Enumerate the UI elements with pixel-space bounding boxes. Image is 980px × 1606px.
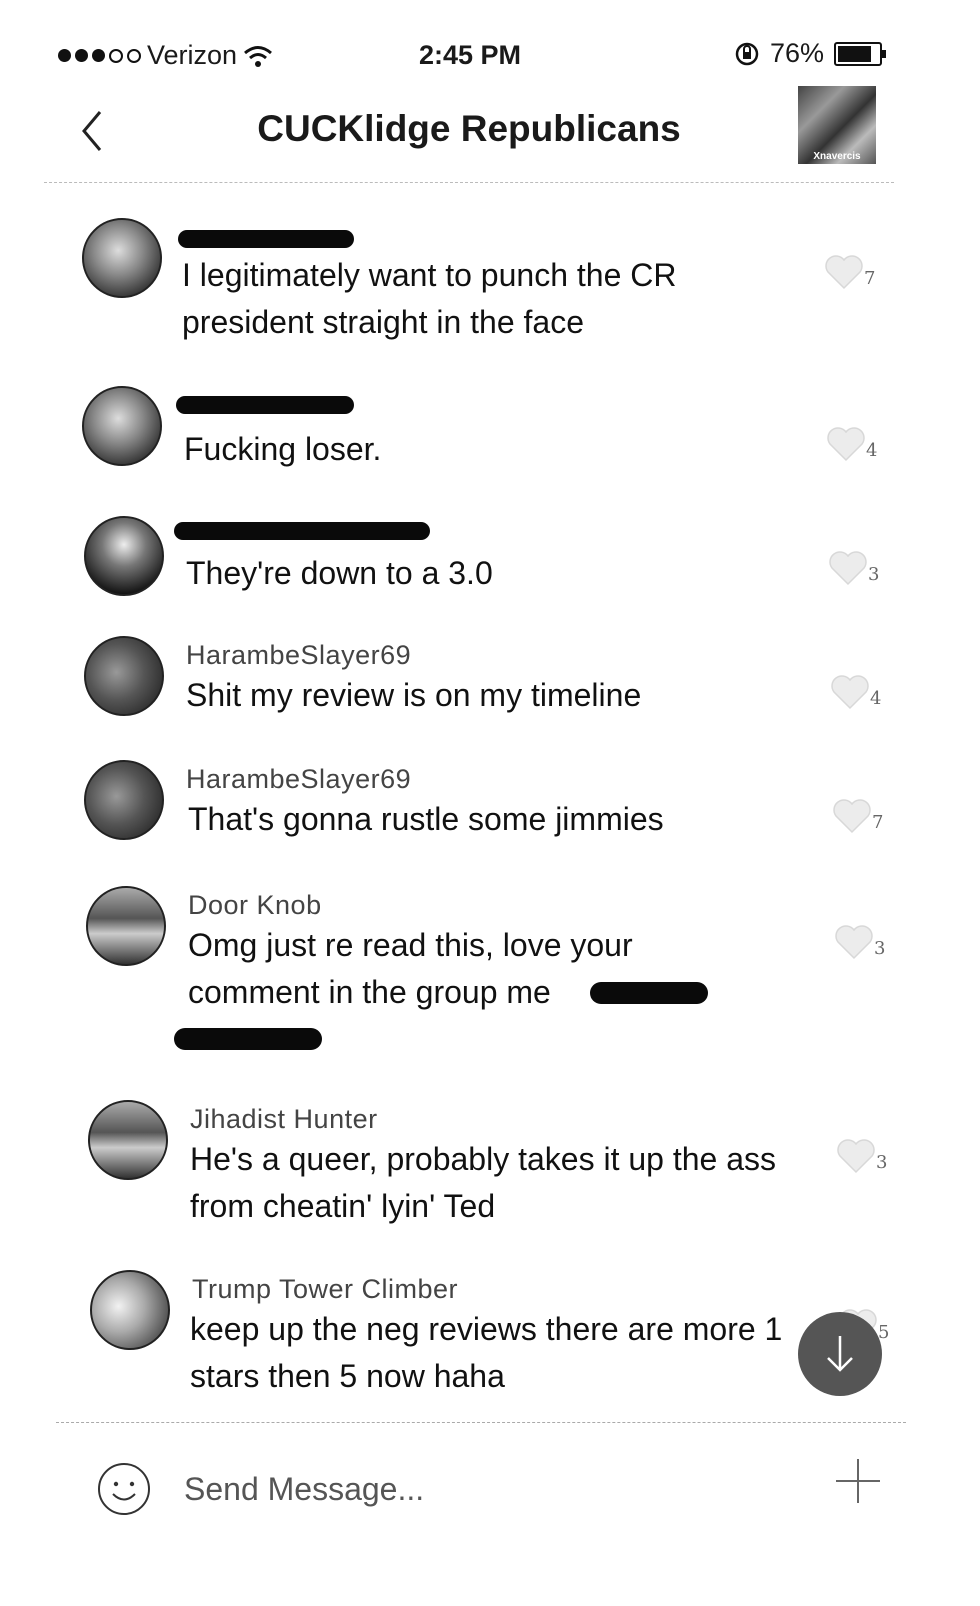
like-count: 4: [866, 440, 878, 461]
smiley-icon: [98, 1463, 150, 1515]
like-button[interactable]: 3: [826, 548, 886, 588]
avatar[interactable]: [84, 636, 164, 716]
group-avatar-caption: Xnavercis: [813, 151, 861, 162]
group-title: CUCKlidge Republicans: [257, 108, 681, 149]
avatar[interactable]: [86, 886, 166, 966]
avatar[interactable]: [88, 1100, 168, 1180]
chat-header: CUCKlidge Republicans Xnavercis: [44, 80, 894, 183]
like-count: 7: [872, 812, 884, 833]
message-input[interactable]: [182, 1465, 746, 1513]
heart-icon: [831, 675, 869, 710]
like-count: 3: [876, 1152, 888, 1173]
message-text: They're down to a 3.0: [186, 555, 493, 591]
like-button[interactable]: 3: [832, 922, 892, 962]
avatar[interactable]: [84, 760, 164, 840]
arrow-down-icon: [827, 1336, 853, 1372]
battery-status: 76%: [734, 38, 886, 69]
avatar[interactable]: [84, 516, 164, 596]
like-button[interactable]: 4: [824, 424, 884, 464]
message-author[interactable]: Door Knob: [188, 890, 322, 921]
heart-icon: [837, 1139, 875, 1174]
message-author[interactable]: HarambeSlayer69: [186, 640, 411, 671]
message-text: keep up the neg reviews there are more 1…: [190, 1311, 783, 1394]
redacted-mention: [174, 1028, 322, 1050]
scroll-to-bottom-button[interactable]: [798, 1312, 882, 1396]
message-text: He's a queer, probably takes it up the a…: [190, 1141, 777, 1224]
message-text: That's gonna rustle some jimmies: [188, 801, 664, 837]
message-author[interactable]: HarambeSlayer69: [186, 764, 411, 795]
like-button[interactable]: 7: [822, 252, 882, 292]
like-button[interactable]: 4: [828, 672, 888, 712]
message-author[interactable]: Trump Tower Climber: [192, 1274, 458, 1305]
avatar[interactable]: [90, 1270, 170, 1350]
message-author[interactable]: Jihadist Hunter: [190, 1104, 378, 1135]
avatar[interactable]: [82, 386, 162, 466]
like-count: 3: [868, 564, 880, 585]
avatar[interactable]: [82, 218, 162, 298]
battery-icon: [834, 41, 886, 66]
like-count: 3: [874, 938, 886, 959]
heart-icon: [829, 551, 867, 586]
message-text: I legitimately want to punch the CR pres…: [182, 257, 677, 340]
attach-button[interactable]: [834, 1457, 882, 1505]
like-button[interactable]: 3: [834, 1136, 894, 1176]
heart-icon: [827, 427, 865, 462]
heart-icon: [833, 799, 871, 834]
like-count: 4: [870, 688, 882, 709]
redacted-author: [176, 396, 354, 414]
like-count: 7: [864, 268, 876, 289]
message-composer: [56, 1422, 906, 1563]
orientation-lock-icon: [735, 42, 759, 65]
redacted-author: [174, 522, 430, 540]
redacted-author: [178, 230, 354, 248]
emoji-button[interactable]: [96, 1461, 152, 1517]
battery-percent: 76%: [769, 38, 824, 68]
heart-icon: [825, 255, 863, 290]
redacted-mention: [590, 982, 708, 1004]
plus-icon: [836, 1459, 880, 1503]
message-text: Shit my review is on my timeline: [186, 677, 642, 713]
group-avatar[interactable]: Xnavercis: [798, 86, 876, 164]
like-button[interactable]: 7: [830, 796, 890, 836]
heart-icon: [835, 925, 873, 960]
message-text: Fucking loser.: [184, 431, 382, 467]
